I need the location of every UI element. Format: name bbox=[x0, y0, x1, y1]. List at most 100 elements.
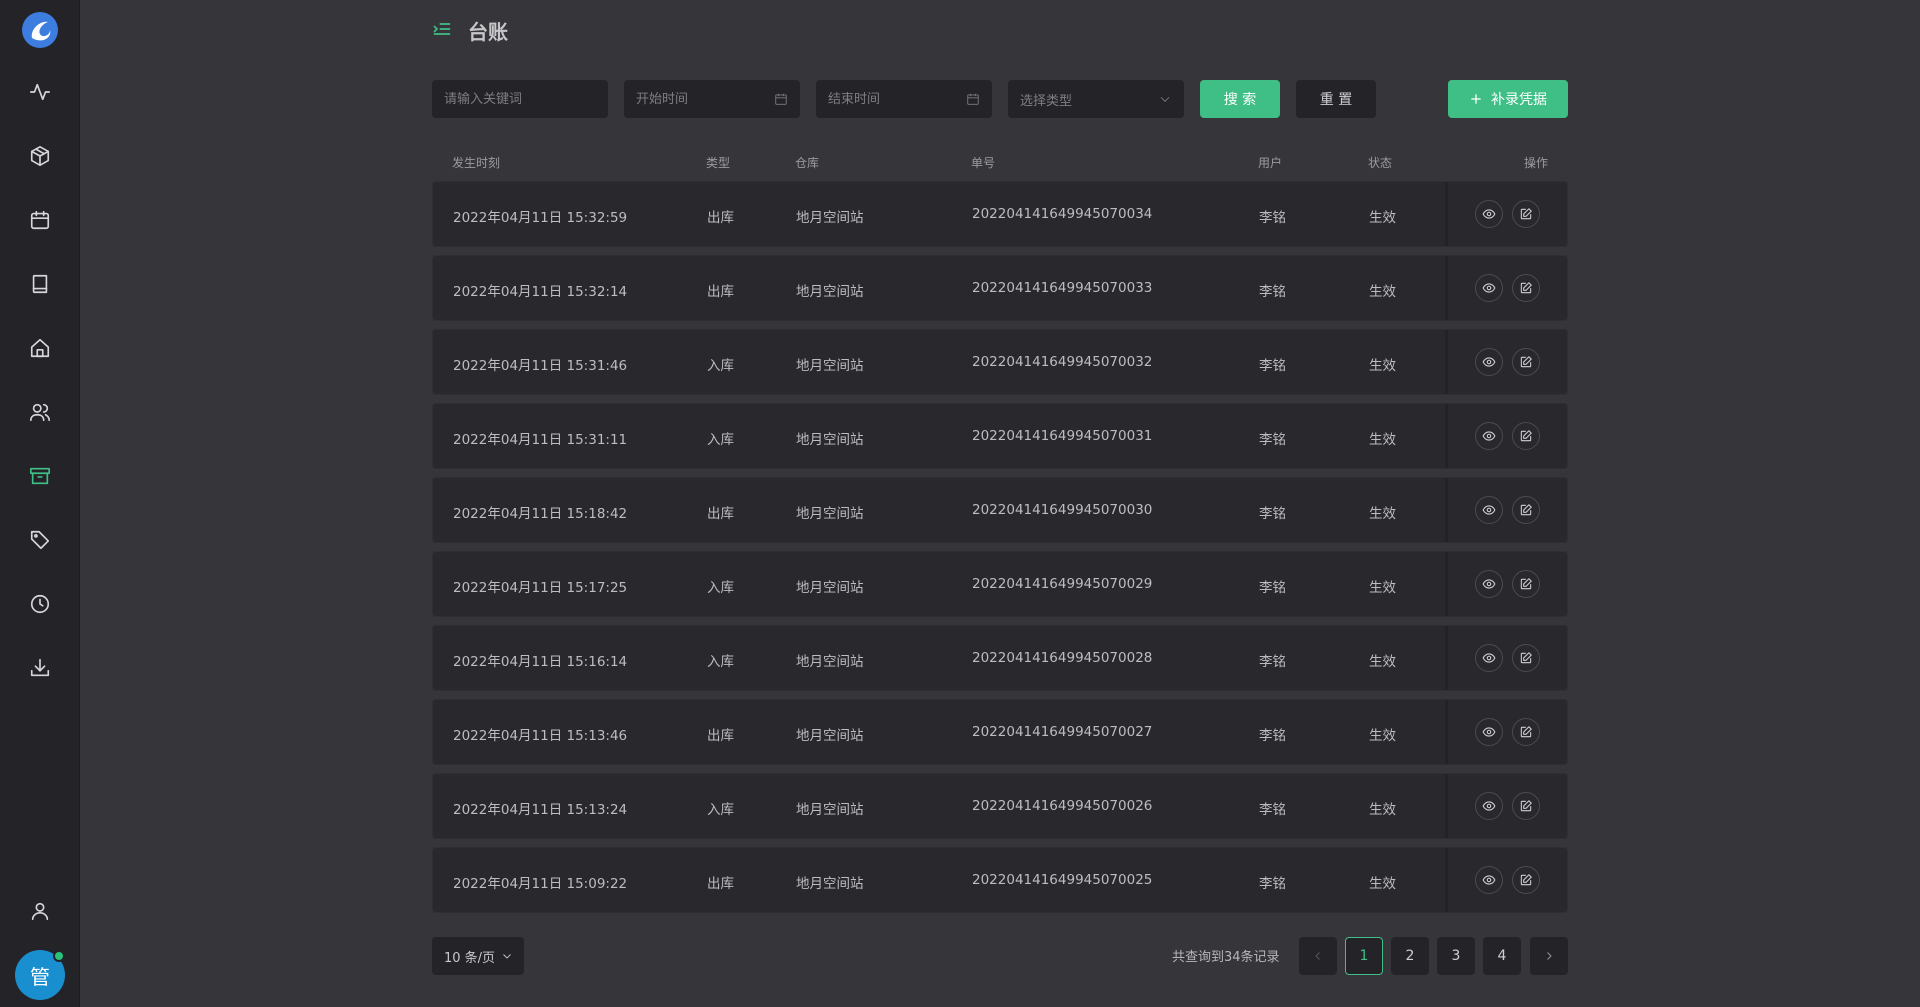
column-header-number: 单号 bbox=[971, 156, 996, 170]
keyword-field[interactable] bbox=[432, 80, 608, 118]
view-eye-icon[interactable] bbox=[1475, 570, 1503, 598]
logo-icon bbox=[22, 12, 58, 48]
cell-status: 生效 bbox=[1369, 876, 1396, 892]
end-time-field[interactable] bbox=[816, 80, 992, 118]
view-eye-icon[interactable] bbox=[1475, 200, 1503, 228]
table-row: 2022年04月11日 15:32:59 出库 地月空间站 2022041416499… bbox=[432, 181, 1568, 247]
edit-icon[interactable] bbox=[1512, 200, 1540, 228]
tag-icon[interactable] bbox=[27, 527, 53, 553]
view-eye-icon[interactable] bbox=[1475, 422, 1503, 450]
cell-user: 李铭 bbox=[1259, 802, 1286, 818]
end-time-input[interactable] bbox=[828, 91, 966, 107]
page-button-4[interactable]: 4 bbox=[1483, 937, 1521, 975]
table-header: 发生时刻 类型 仓库 单号 用户 状态 操作 bbox=[432, 150, 1568, 172]
cell-time: 2022年04月11日 15:18:42 bbox=[453, 506, 628, 522]
cell-user: 李铭 bbox=[1259, 210, 1286, 226]
activity-icon[interactable] bbox=[27, 79, 53, 105]
reset-button[interactable]: 重 置 bbox=[1296, 80, 1376, 118]
page-title: 台账 bbox=[468, 20, 508, 44]
edit-icon[interactable] bbox=[1512, 792, 1540, 820]
cell-user: 李铭 bbox=[1259, 728, 1286, 744]
cell-time: 2022年04月11日 15:32:14 bbox=[453, 284, 628, 300]
cell-status: 生效 bbox=[1369, 432, 1396, 448]
archive-icon[interactable] bbox=[27, 463, 53, 489]
cell-time: 2022年04月11日 15:31:11 bbox=[453, 432, 628, 448]
cell-type: 入库 bbox=[707, 432, 734, 448]
view-eye-icon[interactable] bbox=[1475, 496, 1503, 524]
cell-user: 李铭 bbox=[1259, 284, 1286, 300]
download-icon[interactable] bbox=[27, 655, 53, 681]
view-eye-icon[interactable] bbox=[1475, 792, 1503, 820]
edit-icon[interactable] bbox=[1512, 348, 1540, 376]
search-button[interactable]: 搜 索 bbox=[1200, 80, 1280, 118]
cell-user: 李铭 bbox=[1259, 580, 1286, 596]
add-voucher-label: 补录凭据 bbox=[1491, 92, 1547, 108]
edit-icon[interactable] bbox=[1512, 274, 1540, 302]
menu-indent-icon[interactable] bbox=[432, 19, 452, 43]
row-actions bbox=[1445, 848, 1567, 912]
view-eye-icon[interactable] bbox=[1475, 348, 1503, 376]
view-eye-icon[interactable] bbox=[1475, 718, 1503, 746]
cell-warehouse: 地月空间站 bbox=[796, 284, 864, 300]
cell-time: 2022年04月11日 15:16:14 bbox=[453, 654, 628, 670]
cell-type: 出库 bbox=[707, 506, 734, 522]
view-eye-icon[interactable] bbox=[1475, 866, 1503, 894]
cell-time: 2022年04月11日 15:32:59 bbox=[453, 210, 628, 226]
edit-icon[interactable] bbox=[1512, 718, 1540, 746]
cell-time: 2022年04月11日 15:17:25 bbox=[453, 580, 628, 596]
cell-warehouse: 地月空间站 bbox=[796, 506, 864, 522]
keyword-input[interactable] bbox=[444, 91, 596, 107]
page-button-1[interactable]: 1 bbox=[1345, 937, 1383, 975]
add-voucher-button[interactable]: 补录凭据 bbox=[1448, 80, 1568, 118]
calendar-icon bbox=[966, 92, 980, 106]
row-actions bbox=[1445, 256, 1567, 320]
column-header-actions: 操作 bbox=[1524, 156, 1549, 170]
edit-icon[interactable] bbox=[1512, 422, 1540, 450]
start-time-input[interactable] bbox=[636, 91, 774, 107]
cell-warehouse: 地月空间站 bbox=[796, 654, 864, 670]
table-row: 2022年04月11日 15:18:42 出库 地月空间站 2022041416499… bbox=[432, 477, 1568, 543]
table-row: 2022年04月11日 15:17:25 入库 地月空间站 2022041416499… bbox=[432, 551, 1568, 617]
page-size-select[interactable]: 10 条/页 bbox=[432, 937, 524, 975]
page-button-3[interactable]: 3 bbox=[1437, 937, 1475, 975]
edit-icon[interactable] bbox=[1512, 496, 1540, 524]
edit-icon[interactable] bbox=[1512, 644, 1540, 672]
page-button-2[interactable]: 2 bbox=[1391, 937, 1429, 975]
edit-icon[interactable] bbox=[1512, 866, 1540, 894]
cell-type: 出库 bbox=[707, 284, 734, 300]
row-actions bbox=[1445, 404, 1567, 468]
clock-icon[interactable] bbox=[27, 591, 53, 617]
column-header-warehouse: 仓库 bbox=[795, 156, 820, 170]
type-select[interactable]: 选择类型 bbox=[1008, 80, 1184, 118]
cell-type: 入库 bbox=[707, 802, 734, 818]
column-header-type: 类型 bbox=[706, 156, 731, 170]
prev-page-button[interactable] bbox=[1299, 937, 1337, 975]
next-page-button[interactable] bbox=[1530, 937, 1568, 975]
table-row: 2022年04月11日 15:31:11 入库 地月空间站 2022041416499… bbox=[432, 403, 1568, 469]
view-eye-icon[interactable] bbox=[1475, 644, 1503, 672]
book-icon[interactable] bbox=[27, 271, 53, 297]
sidebar: 管 bbox=[0, 0, 80, 1007]
cell-time: 2022年04月11日 15:13:46 bbox=[453, 728, 628, 744]
cell-user: 李铭 bbox=[1259, 654, 1286, 670]
users-icon[interactable] bbox=[27, 399, 53, 425]
cell-time: 2022年04月11日 15:09:22 bbox=[453, 876, 628, 892]
cell-warehouse: 地月空间站 bbox=[796, 728, 864, 744]
calendar-icon[interactable] bbox=[27, 207, 53, 233]
user-icon[interactable] bbox=[27, 898, 53, 924]
row-actions bbox=[1445, 774, 1567, 838]
home-icon[interactable] bbox=[27, 335, 53, 361]
edit-icon[interactable] bbox=[1512, 570, 1540, 598]
cell-number: 202204141649945070029 bbox=[972, 576, 1153, 592]
cell-user: 李铭 bbox=[1259, 506, 1286, 522]
row-actions bbox=[1445, 478, 1567, 542]
row-actions bbox=[1445, 552, 1567, 616]
type-select-placeholder: 选择类型 bbox=[1020, 93, 1073, 109]
cell-number: 202204141649945070028 bbox=[972, 650, 1153, 666]
column-header-user: 用户 bbox=[1258, 156, 1283, 170]
package-icon[interactable] bbox=[27, 143, 53, 169]
cell-status: 生效 bbox=[1369, 654, 1396, 670]
start-time-field[interactable] bbox=[624, 80, 800, 118]
view-eye-icon[interactable] bbox=[1475, 274, 1503, 302]
cell-status: 生效 bbox=[1369, 210, 1396, 226]
